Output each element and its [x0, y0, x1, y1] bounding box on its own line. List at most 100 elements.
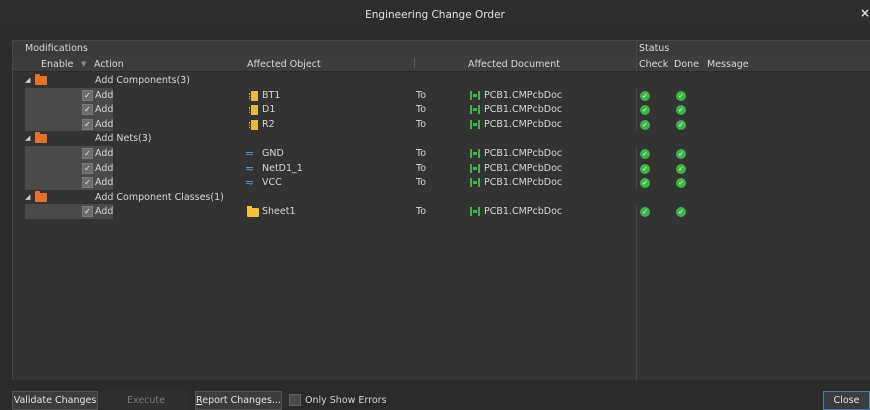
validate-changes-button[interactable]: Validate Changes: [12, 391, 98, 410]
action-cell: Add: [95, 104, 114, 116]
affected-object-cell: VCC: [262, 177, 282, 189]
pcb-document-icon: [470, 105, 480, 115]
affected-object-cell: GND: [262, 148, 284, 159]
change-row[interactable]: ✓ Add ≂ NetD1_1 To PCB1.CMPcbDoc ✓ ✓: [13, 160, 870, 176]
enable-checkbox[interactable]: ✓: [82, 206, 93, 218]
to-cell: To: [416, 148, 427, 159]
column-header-row: Enable ▼ Action Affected Object Affected…: [13, 56, 870, 72]
pcb-document-icon: [470, 163, 480, 173]
action-cell: Add: [95, 162, 114, 174]
change-row[interactable]: ✓ Add BT1 To PCB1.CMPcbDoc ✓ ✓: [13, 87, 870, 103]
report-changes-button[interactable]: Report Changes...: [195, 391, 282, 410]
done-column-header[interactable]: Done: [674, 59, 699, 70]
affected-document-cell: PCB1.CMPcbDoc: [484, 162, 563, 174]
action-cell: Add: [95, 206, 114, 218]
component-icon: [249, 90, 258, 101]
done-ok-icon: ✓: [676, 149, 686, 159]
sort-arrow-icon: ▼: [81, 60, 87, 68]
enable-checkbox[interactable]: ✓: [82, 118, 93, 130]
affected-document-column-header[interactable]: Affected Document: [468, 59, 560, 70]
affected-document-cell: PCB1.CMPcbDoc: [484, 89, 563, 101]
done-ok-icon: ✓: [676, 90, 686, 101]
class-folder-icon: [247, 206, 259, 218]
check-ok-icon: ✓: [640, 119, 650, 130]
affected-object-cell: Sheet1: [262, 206, 296, 218]
action-cell: Add: [95, 177, 114, 189]
to-cell: To: [416, 206, 427, 218]
pcb-document-icon: [470, 149, 480, 158]
net-icon: ≂: [245, 161, 255, 175]
action-column-header[interactable]: Action: [94, 59, 124, 70]
change-row[interactable]: ✓ Add ≂ VCC To PCB1.CMPcbDoc ✓ ✓: [13, 175, 870, 191]
pcb-document-icon: [470, 207, 480, 217]
enable-checkbox[interactable]: ✓: [82, 148, 93, 159]
enable-column-header[interactable]: Enable: [41, 59, 73, 70]
title-bar: Engineering Change Order ×: [0, 0, 870, 30]
group-row[interactable]: ◢ Add Components(3): [13, 73, 870, 88]
enable-checkbox[interactable]: ✓: [82, 162, 93, 174]
action-cell: Add: [95, 89, 114, 101]
action-cell: Add: [95, 148, 114, 159]
affected-object-column-header[interactable]: Affected Object: [247, 59, 321, 70]
change-row[interactable]: ✓ Add R2 To PCB1.CMPcbDoc ✓ ✓: [13, 116, 870, 132]
status-header: Status: [639, 43, 670, 54]
affected-document-cell: PCB1.CMPcbDoc: [484, 148, 563, 159]
report-changes-label: eport Changes...: [202, 395, 281, 406]
done-ok-icon: ✓: [676, 178, 686, 189]
to-cell: To: [416, 118, 427, 130]
affected-object-cell: R2: [262, 118, 275, 130]
group-label: Add Component Classes(1): [95, 191, 224, 203]
action-cell: Add: [95, 118, 114, 130]
component-icon: [249, 119, 258, 130]
affected-document-cell: PCB1.CMPcbDoc: [484, 206, 563, 218]
pcb-document-icon: [470, 178, 480, 188]
component-icon: [249, 105, 258, 116]
check-ok-icon: ✓: [640, 207, 650, 218]
to-cell: To: [416, 177, 427, 189]
only-show-errors-label: Only Show Errors: [305, 395, 387, 406]
execute-changes-button[interactable]: Execute Changes: [104, 391, 188, 410]
pcb-document-icon: [470, 90, 480, 100]
group-row[interactable]: ◢ Add Component Classes(1): [13, 189, 870, 205]
group-row[interactable]: ◢ Add Nets(3): [13, 131, 870, 147]
only-show-errors-checkbox[interactable]: [289, 394, 301, 406]
affected-document-cell: PCB1.CMPcbDoc: [484, 104, 563, 116]
close-button[interactable]: Close: [823, 391, 870, 410]
check-ok-icon: ✓: [640, 163, 650, 174]
check-ok-icon: ✓: [640, 178, 650, 189]
change-row[interactable]: ✓ Add D1 To PCB1.CMPcbDoc ✓ ✓: [13, 102, 870, 118]
enable-checkbox[interactable]: ✓: [82, 104, 93, 116]
modifications-header: Modifications: [25, 43, 88, 54]
affected-object-cell: BT1: [262, 89, 281, 101]
window-title: Engineering Change Order: [365, 9, 505, 21]
close-window-icon[interactable]: ×: [860, 6, 870, 20]
folder-icon: [35, 190, 47, 202]
affected-object-cell: D1: [262, 104, 276, 116]
group-label: Add Nets(3): [95, 133, 152, 145]
done-ok-icon: ✓: [676, 105, 686, 116]
collapse-triangle-icon[interactable]: ◢: [25, 134, 30, 142]
to-cell: To: [416, 104, 427, 116]
enable-checkbox[interactable]: ✓: [82, 89, 93, 101]
check-ok-icon: ✓: [640, 105, 650, 116]
collapse-triangle-icon[interactable]: ◢: [25, 193, 30, 201]
done-ok-icon: ✓: [676, 207, 686, 218]
affected-object-cell: NetD1_1: [262, 162, 303, 174]
change-row[interactable]: ✓ Add Sheet1 To PCB1.CMPcbDoc ✓ ✓: [13, 204, 870, 220]
change-row[interactable]: ✓ Add ≂ GND To PCB1.CMPcbDoc ✓ ✓: [13, 146, 870, 161]
done-ok-icon: ✓: [676, 119, 686, 130]
to-cell: To: [416, 89, 427, 101]
column-divider[interactable]: [414, 58, 415, 69]
check-ok-icon: ✓: [640, 149, 650, 159]
affected-document-cell: PCB1.CMPcbDoc: [484, 177, 563, 189]
check-column-header[interactable]: Check: [639, 59, 668, 70]
ecp-grid: Modifications Status Enable ▼ Action Aff…: [12, 40, 870, 381]
to-cell: To: [416, 162, 427, 174]
check-ok-icon: ✓: [640, 90, 650, 101]
collapse-triangle-icon[interactable]: ◢: [25, 76, 30, 84]
message-column-header[interactable]: Message: [707, 59, 749, 70]
enable-checkbox[interactable]: ✓: [82, 177, 93, 189]
net-icon: ≂: [245, 176, 255, 190]
net-icon: ≂: [245, 147, 255, 160]
button-bar: Validate Changes Execute Changes Report …: [0, 388, 870, 410]
